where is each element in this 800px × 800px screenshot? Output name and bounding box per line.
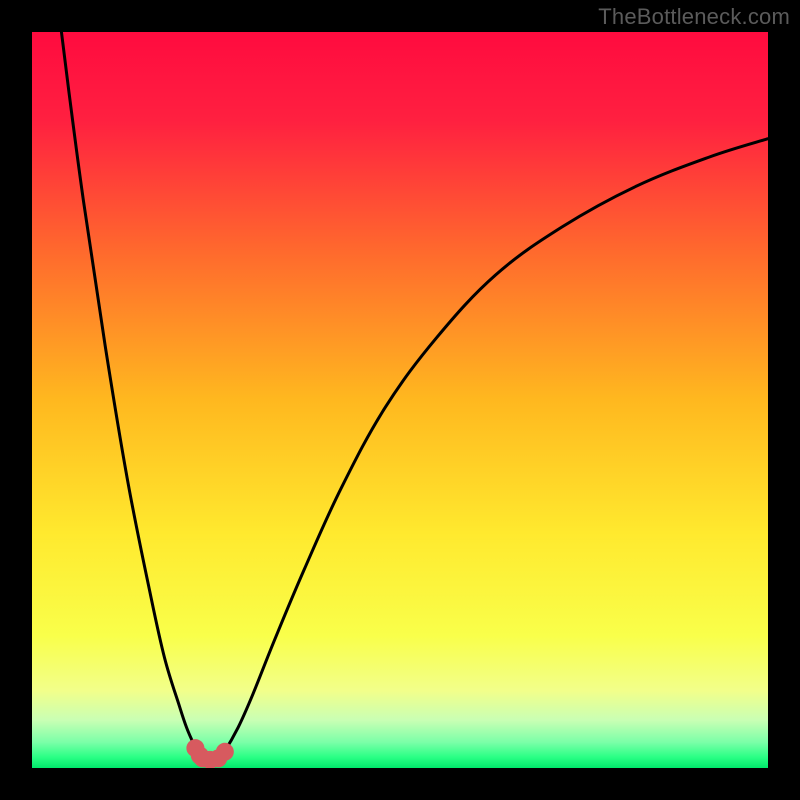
chart-frame: TheBottleneck.com [0, 0, 800, 800]
gradient-background [32, 32, 768, 768]
valley-marker [216, 743, 234, 761]
chart-svg [32, 32, 768, 768]
plot-area [32, 32, 768, 768]
watermark-text: TheBottleneck.com [598, 4, 790, 30]
